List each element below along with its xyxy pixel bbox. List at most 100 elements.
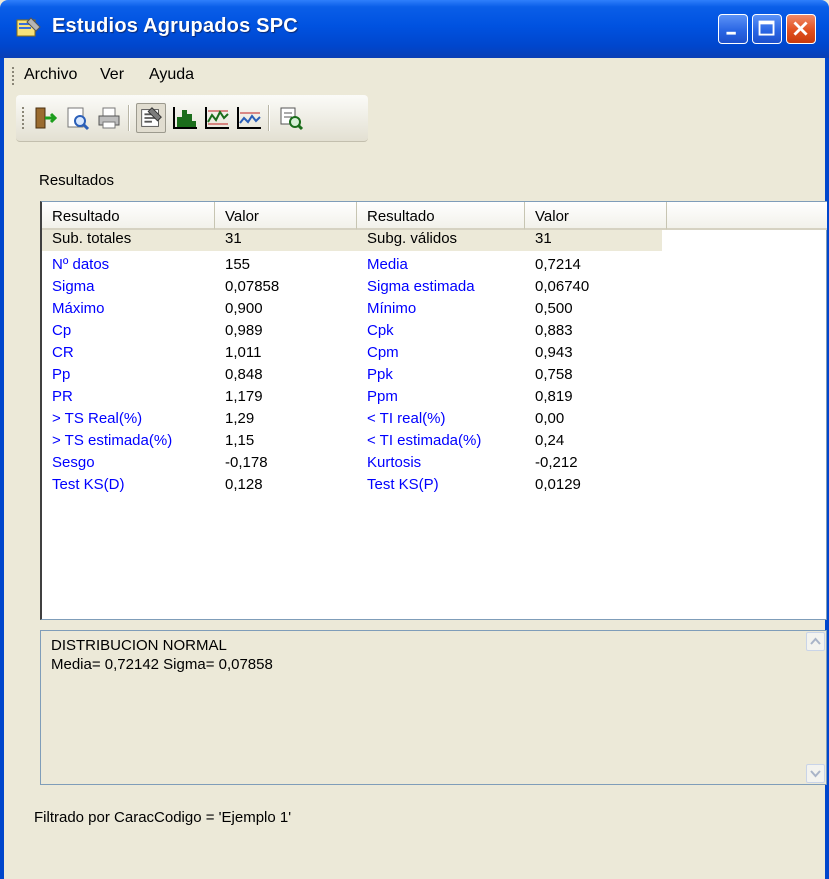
toolbar-grip[interactable] [22,107,27,129]
table-row[interactable]: > TS Real(%) 1,29 < TI real(%) 0,00 [42,410,662,431]
result-value: 1,15 [225,432,255,449]
window-title: Estudios Agrupados SPC [52,15,298,37]
result-value: 1,29 [225,410,255,427]
result-label: Máximo [52,300,105,317]
scroll-down-button[interactable] [806,764,825,783]
chevron-down-icon [810,770,821,778]
chart-range-icon [237,107,261,129]
print-preview-button[interactable] [62,103,92,133]
results-button[interactable] [136,103,166,133]
table-row[interactable]: Máximo 0,900 Mínimo 0,500 [42,300,662,321]
result-value: 31 [535,230,552,247]
exit-button[interactable] [30,103,60,133]
explore-icon [280,107,304,131]
result-value: 0,500 [535,300,573,317]
result-value: 0,128 [225,476,263,493]
chart-xbar-icon [205,107,229,129]
result-label: CR [52,344,74,361]
table-row[interactable]: Sesgo -0,178 Kurtosis -0,212 [42,454,662,475]
distribution-info-box[interactable]: DISTRIBUCION NORMAL Media= 0,72142 Sigma… [40,630,827,785]
table-row[interactable]: Test KS(D) 0,128 Test KS(P) 0,0129 [42,476,662,497]
table-row[interactable]: Pp 0,848 Ppk 0,758 [42,366,662,387]
result-label: < TI estimada(%) [367,432,482,449]
result-value: 0,7214 [535,256,581,273]
result-label: Sigma [52,278,95,295]
column-header-resultado-1[interactable]: Resultado [42,202,215,230]
info-scrollbar[interactable] [806,632,825,783]
menu-bar: Archivo Ver Ayuda [4,58,825,92]
result-value: 0,07858 [225,278,280,295]
toolbar-separator-2 [268,105,270,131]
menu-archivo[interactable]: Archivo [24,66,77,84]
result-label: > TS Real(%) [52,410,143,427]
scroll-up-button[interactable] [806,632,825,651]
table-row[interactable]: > TS estimada(%) 1,15 < TI estimada(%) 0… [42,432,662,453]
result-label: Test KS(D) [52,476,125,493]
column-header-resultado-2[interactable]: Resultado [357,202,525,230]
chart-range-button[interactable] [234,103,264,133]
result-value: 0,819 [535,388,573,405]
result-value: 1,011 [225,344,262,361]
column-header-valor-1[interactable]: Valor [215,202,357,230]
app-icon [16,17,41,37]
result-value: 0,0129 [535,476,581,493]
result-label: Pp [52,366,71,383]
result-value: 0,989 [225,322,263,339]
column-header-valor-2[interactable]: Valor [525,202,667,230]
distribution-params: Media= 0,72142 Sigma= 0,07858 [51,656,273,673]
result-label: Ppm [367,388,398,405]
chart-xbar-button[interactable] [202,103,232,133]
result-value: 0,00 [535,410,565,427]
print-preview-icon [67,107,90,131]
result-label: Test KS(P) [367,476,439,493]
histogram-button[interactable] [170,103,200,133]
result-label: Mínimo [367,300,417,317]
exit-icon [35,107,58,129]
menu-ayuda[interactable]: Ayuda [149,66,194,84]
print-button[interactable] [94,103,124,133]
table-row[interactable]: Sigma 0,07858 Sigma estimada 0,06740 [42,278,662,299]
table-row[interactable]: Sub. totales 31 Subg. válidos 31 [42,230,662,251]
result-label: Sesgo [52,454,95,471]
results-listview[interactable]: Resultado Valor Resultado Valor Sub. tot… [40,201,827,620]
maximize-button[interactable] [752,14,782,44]
toolbar-band [16,95,368,142]
result-value: -0,178 [225,454,268,471]
filter-status-text: Filtrado por CaracCodigo = 'Ejemplo 1' [34,809,292,826]
result-value: 0,943 [535,344,573,361]
result-label: Kurtosis [367,454,422,471]
content-area: Resultados Resultado Valor Resultado Val… [4,145,827,879]
print-icon [98,107,120,129]
menu-ver[interactable]: Ver [100,66,124,84]
results-icon [141,107,162,127]
table-row[interactable]: CR 1,011 Cpm 0,943 [42,344,662,365]
result-label: Sub. totales [52,230,132,247]
app-window: Estudios Agrupados SPC Archivo Ver Ayuda [0,0,829,879]
result-value: 0,758 [535,366,573,383]
toolbar-separator [128,105,130,131]
table-row[interactable]: Cp 0,989 Cpk 0,883 [42,322,662,343]
distribution-name: DISTRIBUCION NORMAL [51,637,227,654]
chevron-up-icon [810,637,821,645]
table-row[interactable]: PR 1,179 Ppm 0,819 [42,388,662,409]
result-value: -0,212 [535,454,578,471]
close-button[interactable] [786,14,816,44]
result-value: 155 [225,256,251,273]
result-value: 0,848 [225,366,263,383]
close-icon [793,21,808,36]
title-bar[interactable]: Estudios Agrupados SPC [0,0,829,58]
result-label: > TS estimada(%) [52,432,173,449]
result-label: PR [52,388,73,405]
explore-button[interactable] [276,103,306,133]
table-row[interactable]: Nº datos 155 Media 0,7214 [42,256,662,277]
histogram-icon [173,107,197,129]
result-value: 0,883 [535,322,573,339]
result-label: Nº datos [52,256,110,273]
result-value: 1,179 [225,388,263,405]
toolbar [4,92,825,145]
results-group-label: Resultados [39,172,115,189]
minimize-button[interactable] [718,14,748,44]
result-label: Subg. válidos [367,230,458,247]
result-label: Cp [52,322,72,339]
result-label: Ppk [367,366,393,383]
